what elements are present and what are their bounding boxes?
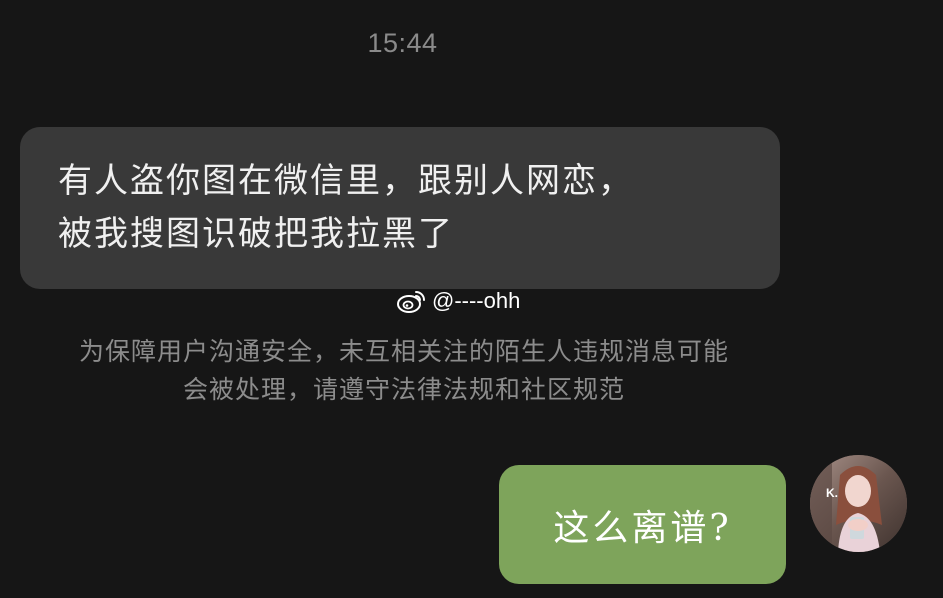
avatar-image: K. [810,455,907,552]
chat-screen: 15:44 有人盗你图在微信里，跟别人网恋， 被我搜图识破把我拉黑了 @----… [0,0,943,598]
incoming-message-line: 被我搜图识破把我拉黑了 [58,214,454,254]
weibo-icon [397,291,425,313]
watermark: @----ohh [396,286,520,316]
incoming-message-bubble[interactable]: 有人盗你图在微信里，跟别人网恋， 被我搜图识破把我拉黑了 [20,127,780,289]
system-notice-line: 会被处理，请遵守法律法规和社区规范 [182,375,625,404]
outgoing-message-bubble[interactable]: 这么离谱? [499,465,786,584]
system-notice: 为保障用户沟通安全，未互相关注的陌生人违规消息可能 会被处理，请遵守法律法规和社… [0,333,808,409]
avatar[interactable]: K. [810,455,907,552]
message-timestamp: 15:44 [367,28,438,58]
system-notice-line: 为保障用户沟通安全，未互相关注的陌生人违规消息可能 [78,337,729,366]
watermark-handle: @----ohh [432,288,521,313]
incoming-message-line: 有人盗你图在微信里，跟别人网恋， [58,161,634,201]
avatar-overlay-text: K. [826,486,838,500]
outgoing-message-text: 这么离谱? [553,507,732,549]
